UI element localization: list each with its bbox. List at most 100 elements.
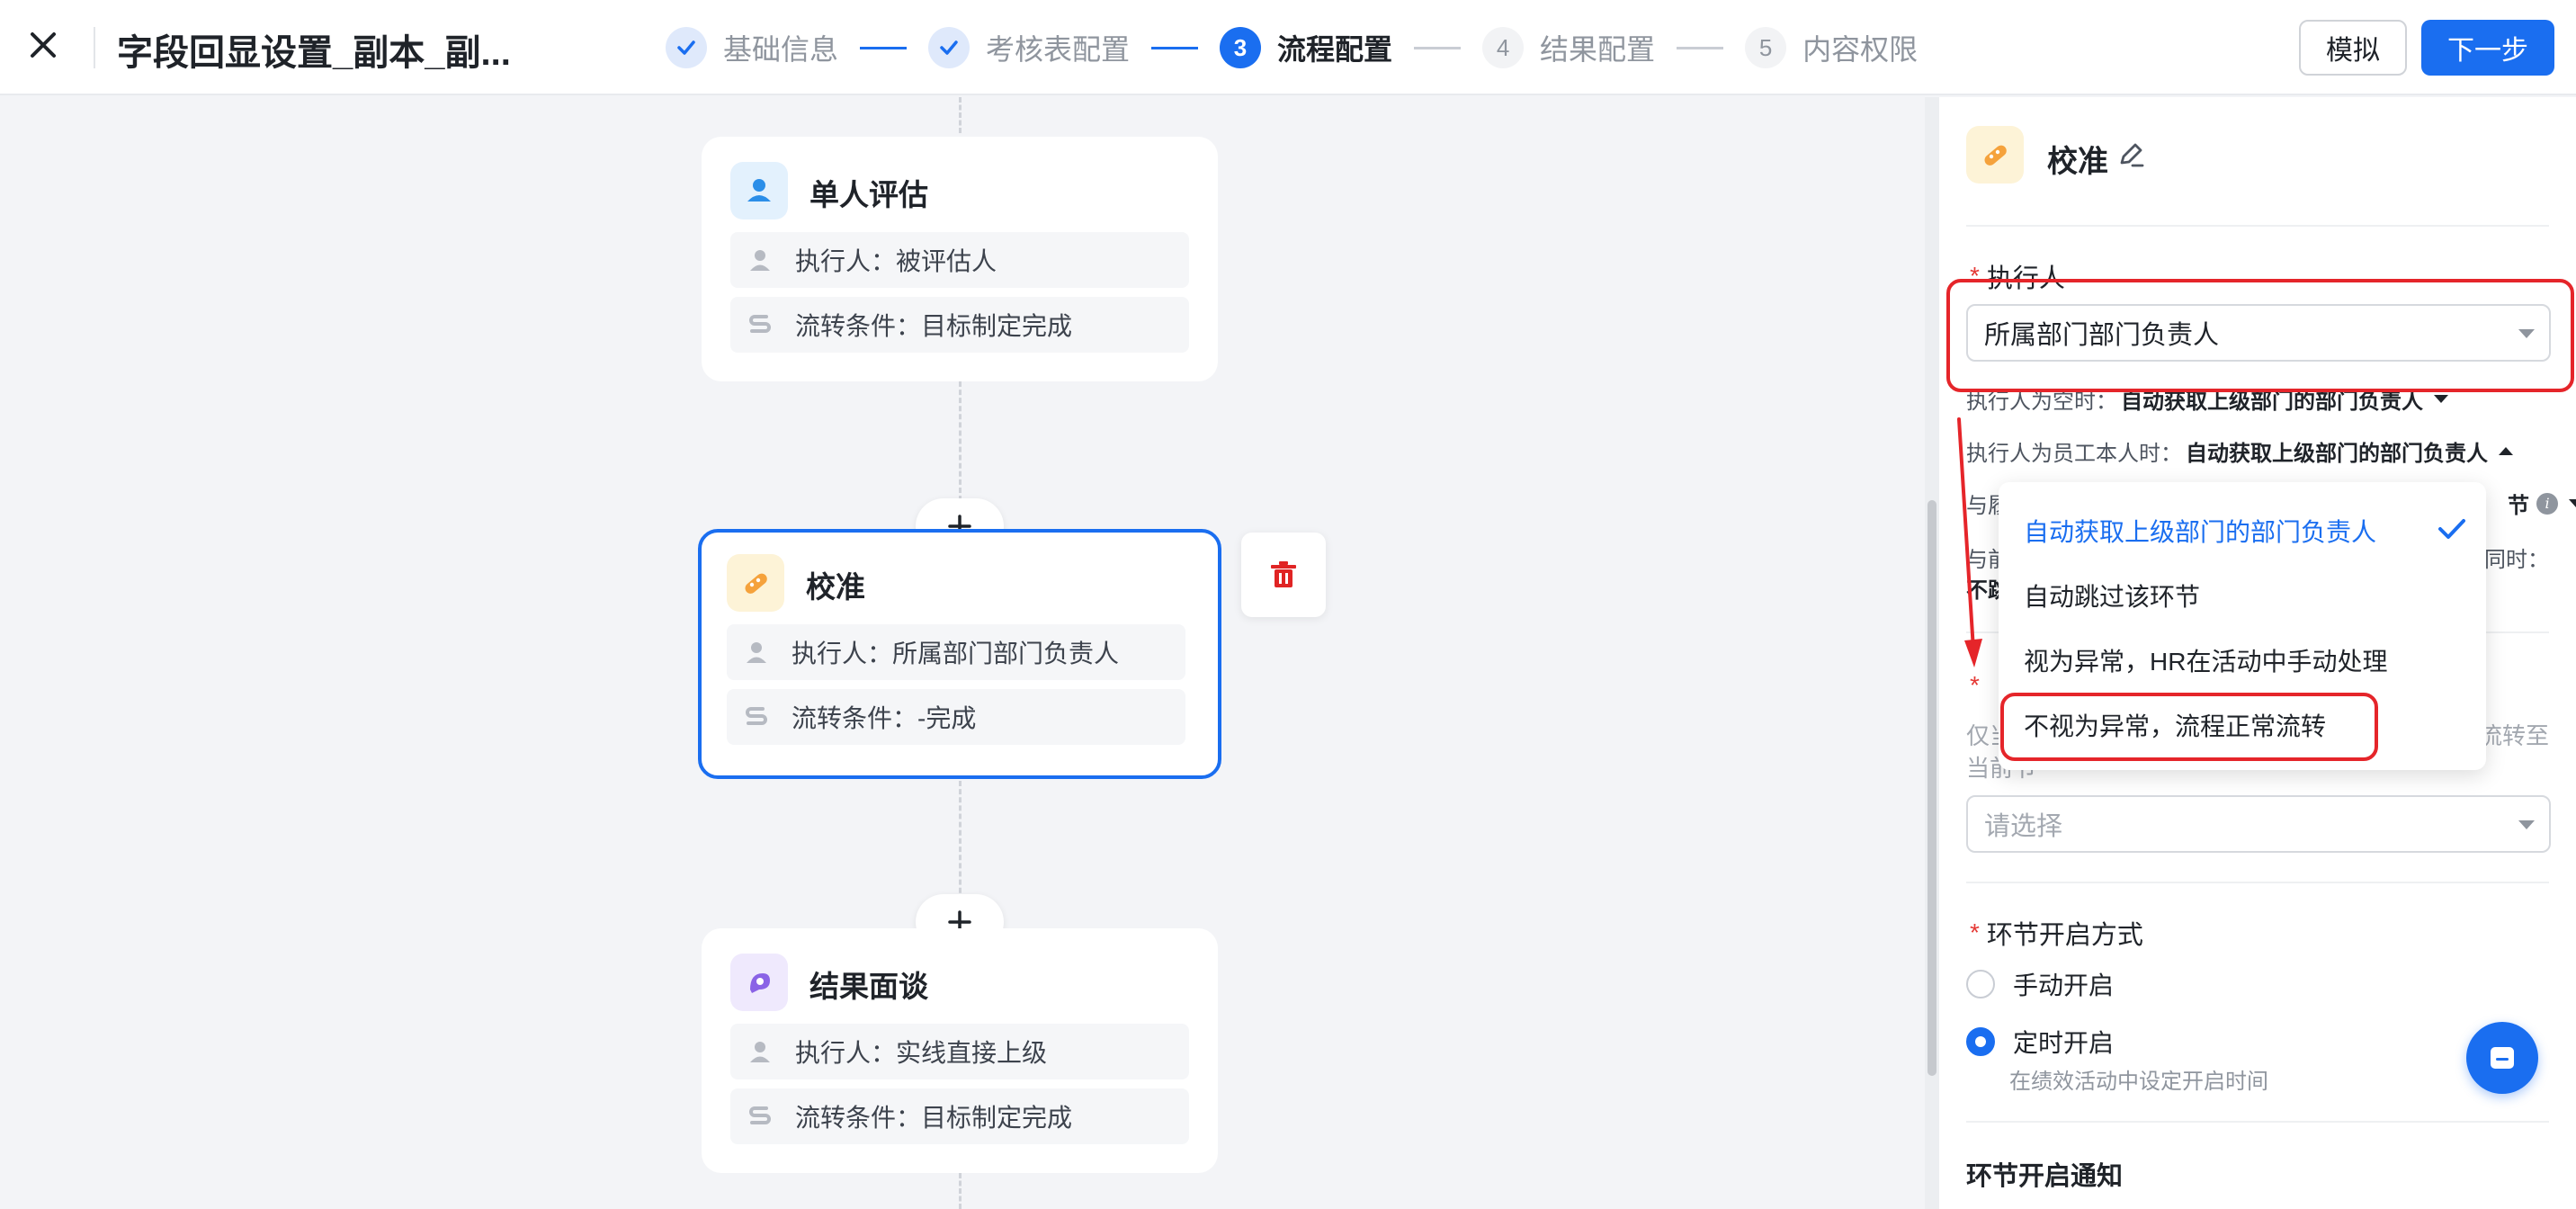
field-label-text: 执行人 — [1986, 264, 2065, 293]
step-connector — [1414, 46, 1462, 49]
flow-node-calibration[interactable]: 校准 执行人： 所属部门部门负责人 流转条件： -完成 — [698, 529, 1221, 779]
canvas-scrollbar-thumb[interactable] — [1928, 500, 1936, 1076]
executor-self-dropdown: 自动获取上级部门的部门负责人 自动跳过该环节 视为异常，HR在活动中手动处理 不… — [1999, 482, 2486, 770]
flow-canvas: 单人评估 执行人： 被评估人 流转条件： 目标制定完成 校准 执行人： 所属部门部门负… — [0, 97, 1925, 1209]
executor-value: 被评估人 — [896, 247, 997, 275]
step-content-permission[interactable]: 5 内容权限 — [1745, 27, 1918, 68]
setting-value: 自动获取上级部门的部门负责人 — [2186, 442, 2488, 466]
calibration-icon — [1966, 126, 2024, 184]
info-icon: i — [2536, 492, 2558, 515]
panel-title: 校准 — [2047, 145, 2108, 179]
flow-node-single-eval[interactable]: 单人评估 执行人： 被评估人 流转条件： 目标制定完成 — [702, 137, 1218, 381]
stepper: 基础信息 考核表配置 3 流程配置 4 结果配置 5 内容权限 — [666, 25, 1918, 70]
field-label-text: 环节开启方式 — [1986, 921, 2143, 950]
divider — [1966, 882, 2549, 883]
executor-label: 执行人： — [795, 247, 897, 275]
executor-value: 实线直接上级 — [896, 1039, 1048, 1067]
dropdown-option-skip[interactable]: 自动跳过该环节 — [2024, 578, 2200, 613]
caret-up-icon — [2499, 447, 2513, 455]
node-executor-row: 执行人： 实线直接上级 — [730, 1024, 1189, 1079]
condition-label: 流转条件： — [795, 1104, 922, 1132]
when-empty-setting[interactable]: 执行人为空时： 自动获取上级部门的部门负责人 — [1966, 383, 2448, 415]
node-executor-row: 执行人： 被评估人 — [730, 232, 1189, 288]
executor-select-value: 所属部门部门负责人 — [1984, 321, 2220, 350]
person-icon — [730, 162, 788, 219]
step-connector — [1151, 46, 1199, 49]
calibration-icon — [727, 554, 784, 612]
step-connector — [1677, 46, 1724, 49]
edit-pencil-icon[interactable] — [2115, 139, 2148, 171]
step-number: 4 — [1482, 27, 1525, 68]
section-description-end: 流转至 — [2479, 722, 2550, 749]
page-title: 字段回显设置_副本_副... — [117, 33, 511, 73]
step-form-config[interactable]: 考核表配置 — [928, 27, 1130, 68]
radio-label: 手动开启 — [2013, 972, 2115, 999]
delete-node-button[interactable] — [1241, 533, 1326, 617]
executor-select[interactable]: 所属部门部门负责人 — [1966, 304, 2551, 362]
node-condition-row: 流转条件： 目标制定完成 — [730, 297, 1189, 353]
divider — [1966, 225, 2549, 227]
caret-down-icon — [2434, 395, 2448, 403]
check-icon — [666, 27, 707, 68]
executor-value: 所属部门部门负责人 — [892, 640, 1120, 667]
setting-label: 执行人为空时： — [1966, 390, 2117, 414]
scope-select[interactable]: 请选择 — [1966, 795, 2551, 853]
truncated-text: 同时： — [2484, 548, 2549, 572]
caret-down-icon — [2569, 499, 2576, 507]
flow-node-result-interview[interactable]: 结果面谈 执行人： 实线直接上级 流转条件： 目标制定完成 — [702, 928, 1218, 1173]
top-header: 字段回显设置_副本_副... 基础信息 考核表配置 3 流程配置 4 结果配置 … — [0, 0, 2576, 95]
close-icon[interactable] — [25, 27, 61, 63]
dropdown-option-auto-superior[interactable]: 自动获取上级部门的部门负责人 — [2024, 513, 2376, 549]
dropdown-option-normal-flow[interactable]: 不视为异常，流程正常流转 — [2024, 707, 2326, 743]
required-mark: * — [1970, 671, 1987, 700]
setting-value: 自动获取上级部门的部门负责人 — [2121, 390, 2423, 414]
step-connector — [860, 46, 908, 49]
user-icon — [745, 245, 775, 275]
flow-condition-icon — [745, 1101, 775, 1132]
open-mode-label: * 环节开启方式 — [1970, 914, 2143, 952]
step-label: 结果配置 — [1540, 33, 1656, 66]
step-result-config[interactable]: 4 结果配置 — [1482, 27, 1655, 68]
node-title: 结果面谈 — [809, 970, 928, 1003]
node-condition-row: 流转条件： 目标制定完成 — [730, 1088, 1189, 1144]
interview-icon — [730, 954, 788, 1011]
simulate-button[interactable]: 模拟 — [2299, 20, 2407, 76]
condition-value: 目标制定完成 — [921, 312, 1073, 340]
connector-line — [959, 1173, 962, 1209]
check-icon — [928, 27, 970, 68]
radio-label: 定时开启 — [2013, 1029, 2115, 1057]
step-label: 考核表配置 — [986, 33, 1131, 66]
dropdown-option-abnormal-manual[interactable]: 视为异常，HR在活动中手动处理 — [2024, 642, 2387, 678]
required-mark: * — [1970, 262, 1980, 290]
when-self-setting[interactable]: 执行人为员工本人时： 自动获取上级部门的部门负责人 — [1966, 435, 2513, 467]
flow-condition-icon — [741, 702, 772, 732]
executor-label: 执行人： — [792, 640, 893, 667]
step-label: 流程配置 — [1277, 33, 1393, 66]
flow-condition-icon — [745, 309, 775, 340]
chat-icon — [2491, 1047, 2514, 1069]
condition-label: 流转条件： — [795, 312, 922, 340]
step-basic-info[interactable]: 基础信息 — [666, 27, 838, 68]
notify-section-title: 环节开启通知 — [1966, 1162, 2124, 1191]
user-icon — [741, 637, 772, 667]
radio-scheduled-open[interactable]: 定时开启 — [1966, 1024, 2114, 1060]
executor-field-label: * 执行人 — [1970, 257, 2065, 295]
chevron-down-icon — [2518, 820, 2535, 829]
step-number: 3 — [1220, 27, 1262, 68]
step-label: 基础信息 — [723, 33, 839, 66]
radio-manual-open[interactable]: 手动开启 — [1966, 966, 2114, 1002]
condition-label: 流转条件： — [792, 704, 918, 732]
executor-label: 执行人： — [795, 1039, 897, 1067]
radio-checked-icon — [1966, 1027, 1995, 1056]
step-flow-config[interactable]: 3 流程配置 — [1220, 27, 1392, 68]
trash-icon — [1271, 561, 1296, 587]
radio-sublabel: 在绩效活动中设定开启时间 — [2009, 1070, 2268, 1094]
required-mark-text: * — [1970, 671, 1980, 699]
check-icon — [2438, 519, 2465, 539]
partial-setting-row-end[interactable]: 节i — [2504, 488, 2576, 519]
connector-line — [959, 97, 962, 133]
help-chat-button[interactable] — [2466, 1022, 2538, 1094]
next-step-button[interactable]: 下一步 — [2421, 20, 2554, 76]
step-number: 5 — [1745, 27, 1787, 68]
select-placeholder: 请选择 — [1984, 812, 2063, 841]
